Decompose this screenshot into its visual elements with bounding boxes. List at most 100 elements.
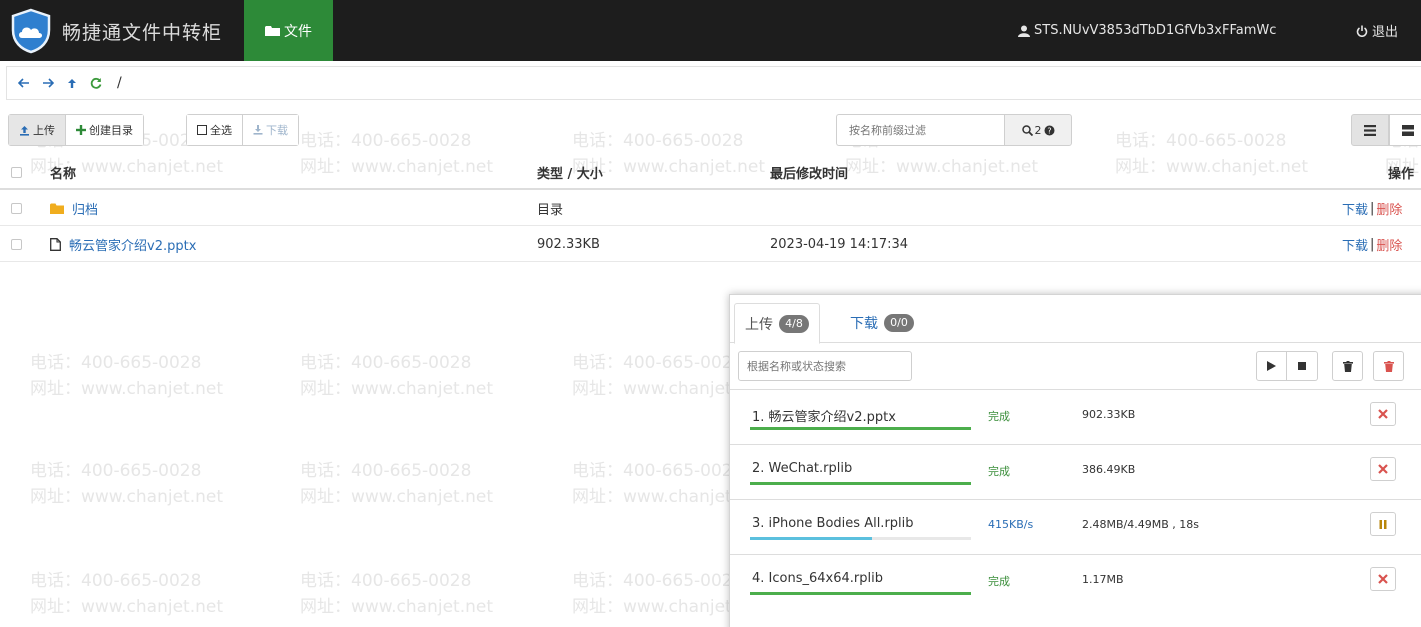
tab-downloads[interactable]: 下载 0/0 [840, 303, 924, 343]
checkbox-icon [197, 125, 207, 135]
arrow-up-icon [68, 78, 76, 88]
file-row[interactable]: 归档 目录 下载 | 删除 [0, 190, 1421, 226]
download-count-badge: 0/0 [884, 314, 914, 332]
nav-tab-files[interactable]: 文件 [244, 0, 333, 61]
transfer-progress-bar [750, 427, 971, 430]
download-button[interactable]: 下载 [242, 115, 298, 145]
transfer-size: 1.17MB [1082, 573, 1124, 586]
brand[interactable]: 畅捷通文件中转柜 [8, 6, 222, 56]
file-type-size: 目录 [537, 202, 564, 218]
mkdir-button[interactable]: 创建目录 [65, 115, 143, 145]
tab-uploads[interactable]: 上传 4/8 [734, 303, 820, 344]
transfer-row[interactable]: 4. Icons_64x64.rplib 完成 1.17MB [730, 554, 1421, 609]
watermark-tile: 电话：400-665-0028网址：www.chanjet.net [30, 353, 224, 399]
watermark-tile: 电话：400-665-0028网址：www.chanjet.net [30, 571, 224, 617]
clear-finished-button[interactable] [1332, 351, 1363, 381]
remove-transfer-button[interactable] [1370, 457, 1396, 481]
transfer-file-name: 2. WeChat.rplib [752, 461, 853, 476]
file-name-cell[interactable]: 归档 [50, 190, 98, 226]
file-name-cell[interactable]: 畅云管家介绍v2.pptx [50, 226, 196, 262]
download-link[interactable]: 下载 [1342, 199, 1368, 218]
folder-icon [50, 203, 64, 214]
logout-label: 退出 [1372, 25, 1399, 40]
path-bar: / [6, 66, 1421, 100]
arrow-left-icon [18, 78, 29, 88]
transfer-progress-bar [750, 482, 971, 485]
delete-link[interactable]: 删除 [1376, 235, 1402, 254]
transfer-row[interactable]: 3. iPhone Bodies All.rplib 415KB/s 2.48MB/… [730, 499, 1421, 554]
close-icon [1378, 464, 1388, 474]
watermark-tile: 电话：400-665-0028网址：www.chanjet.net [300, 461, 494, 507]
toolbar-group-create: 上传 创建目录 [8, 114, 144, 146]
file-name-link[interactable]: 畅云管家介绍v2.pptx [69, 235, 196, 254]
header-modified[interactable]: 最后修改时间 [770, 154, 848, 190]
file-name-link[interactable]: 归档 [72, 199, 98, 218]
transfer-size: 902.33KB [1082, 408, 1136, 421]
row-checkbox[interactable] [11, 190, 22, 226]
watermark-tile: 电话：400-665-0028网址：www.chanjet.net [300, 353, 494, 399]
remove-transfer-button[interactable] [1370, 567, 1396, 591]
transfer-row[interactable]: 1. 畅云管家介绍v2.pptx 完成 902.33KB [730, 389, 1421, 444]
help-icon: ? [1044, 125, 1054, 135]
header-type-size[interactable]: 类型 / 大小 [537, 154, 603, 190]
svg-text:?: ? [1047, 126, 1051, 135]
search-button[interactable]: 2 ? [1004, 114, 1072, 146]
transfer-row[interactable]: 2. WeChat.rplib 完成 386.49KB [730, 444, 1421, 499]
pause-icon [1379, 519, 1387, 529]
delete-link[interactable]: 删除 [1376, 199, 1402, 218]
logout-button[interactable]: 退出 [1356, 0, 1398, 61]
nav-tab-files-label: 文件 [284, 23, 312, 40]
transfer-file-name: 1. 畅云管家介绍v2.pptx [752, 410, 896, 425]
transfer-progress-bar [750, 537, 971, 540]
list-icon [1364, 124, 1376, 136]
forward-button[interactable] [37, 72, 59, 94]
user-account[interactable]: STS.NUvV3853dTbD1GfVb3xFFamWc [1018, 0, 1276, 61]
file-actions: 下载 | 删除 [1342, 226, 1402, 262]
transfer-size: 2.48MB/4.49MB , 18s [1082, 518, 1199, 531]
transfer-progress-fill [750, 537, 872, 540]
user-icon [1018, 25, 1030, 37]
refresh-button[interactable] [85, 72, 107, 94]
download-label: 下载 [266, 124, 288, 137]
refresh-icon [90, 77, 102, 89]
stop-all-button[interactable] [1287, 351, 1318, 381]
transfer-tabs: 上传 4/8 下载 0/0 [730, 295, 1421, 344]
grid-view-button[interactable] [1389, 114, 1421, 146]
download-link[interactable]: 下载 [1342, 235, 1368, 254]
view-toggle [1351, 114, 1421, 146]
remove-transfer-button[interactable] [1370, 402, 1396, 426]
header-name[interactable]: 名称 [50, 154, 76, 190]
list-view-button[interactable] [1351, 114, 1389, 146]
transfer-progress-fill [750, 592, 971, 595]
watermark-tile: 电话：400-665-0028网址：www.chanjet.net [30, 461, 224, 507]
upload-button[interactable]: 上传 [9, 115, 65, 145]
search-count: 2 [1034, 123, 1042, 137]
user-name: STS.NUvV3853dTbD1GfVb3xFFamWc [1034, 23, 1277, 38]
filter-input[interactable] [836, 114, 1004, 146]
file-type-size: 902.33KB [537, 236, 600, 252]
tab-uploads-label: 上传 [745, 316, 773, 333]
transfer-status: 完成 [988, 410, 1010, 423]
transfer-file-name: 4. Icons_64x64.rplib [752, 571, 883, 586]
file-row[interactable]: 畅云管家介绍v2.pptx 902.33KB 2023-04-19 14:17:… [0, 226, 1421, 262]
pause-transfer-button[interactable] [1370, 512, 1396, 536]
app-page: 电话：400-665-0028网址：www.chanjet.net 电话：400-… [0, 0, 1421, 627]
grid-icon [1402, 124, 1414, 136]
upload-count-badge: 4/8 [779, 314, 809, 333]
upload-label: 上传 [33, 124, 55, 137]
row-checkbox[interactable] [11, 226, 22, 262]
select-all-checkbox[interactable] [11, 154, 22, 190]
select-all-button[interactable]: 全选 [187, 115, 242, 145]
file-modified: 2023-04-19 14:17:34 [770, 236, 909, 252]
action-separator: | [1370, 236, 1375, 252]
start-all-button[interactable] [1256, 351, 1287, 381]
up-button[interactable] [61, 72, 83, 94]
transfer-search-input[interactable] [738, 351, 912, 381]
current-path: / [117, 75, 122, 91]
clear-all-button[interactable] [1373, 351, 1404, 381]
back-button[interactable] [13, 72, 35, 94]
select-all-label: 全选 [210, 124, 232, 137]
file-table: 名称 类型 / 大小 最后修改时间 操作 归档 目录 下载 | 删除 畅云管家介… [0, 154, 1421, 262]
play-icon [1267, 361, 1276, 371]
top-navbar: 畅捷通文件中转柜 文件 STS.NUvV3853dTbD1GfVb3xFFamW… [0, 0, 1421, 61]
